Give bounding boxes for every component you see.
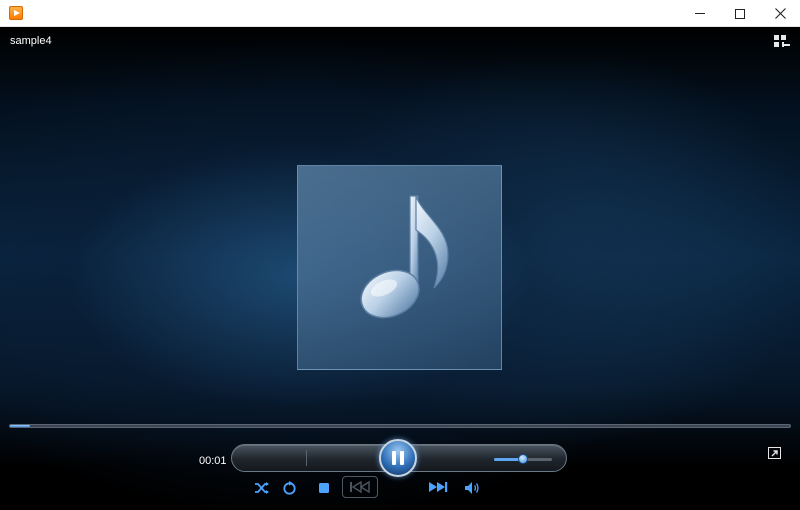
repeat-button[interactable] xyxy=(279,478,299,498)
speaker-icon xyxy=(465,482,479,494)
next-icon xyxy=(429,482,448,492)
repeat-icon xyxy=(282,480,296,495)
music-note-icon xyxy=(360,195,449,319)
fullscreen-icon[interactable] xyxy=(768,447,781,459)
stop-button[interactable] xyxy=(314,478,334,498)
seek-bar[interactable] xyxy=(9,424,791,428)
pause-button[interactable] xyxy=(379,439,417,477)
switch-to-library-icon[interactable] xyxy=(774,35,790,49)
minimize-icon xyxy=(695,13,705,14)
shuffle-icon xyxy=(255,482,269,494)
maximize-button[interactable] xyxy=(720,0,760,27)
controls-divider xyxy=(306,450,307,466)
shuffle-button[interactable] xyxy=(252,478,272,498)
seek-progress xyxy=(10,425,30,427)
media-title: sample4 xyxy=(10,35,52,47)
mute-button[interactable] xyxy=(462,478,482,498)
previous-icon xyxy=(350,481,370,493)
title-bar xyxy=(0,0,800,27)
previous-button[interactable] xyxy=(342,476,378,498)
maximize-icon xyxy=(735,8,745,19)
media-player-app-icon[interactable] xyxy=(9,6,23,20)
elapsed-time: 00:01 xyxy=(199,455,227,467)
now-playing-area[interactable]: sample4 xyxy=(0,27,800,510)
minimize-button[interactable] xyxy=(680,0,720,27)
album-art xyxy=(297,165,502,370)
close-icon xyxy=(774,8,786,19)
volume-slider-thumb[interactable] xyxy=(518,454,528,464)
stop-icon xyxy=(319,483,329,493)
next-button[interactable] xyxy=(424,477,452,497)
close-button[interactable] xyxy=(760,0,800,27)
